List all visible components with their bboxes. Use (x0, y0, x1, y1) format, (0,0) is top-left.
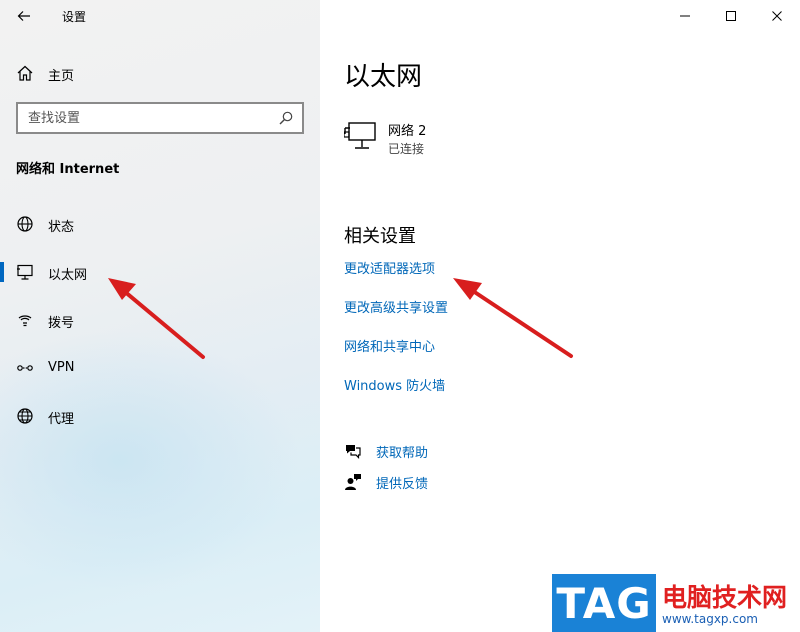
search-box[interactable] (16, 102, 304, 134)
change-adapter-options-link[interactable]: 更改适配器选项 (344, 258, 435, 277)
sidebar-item-label: 拨号 (48, 316, 75, 331)
watermark-url: www.tagxp.com (662, 612, 758, 626)
network-sharing-center-link[interactable]: 网络和共享中心 (344, 336, 435, 355)
watermark-logo: TAG (552, 574, 656, 632)
advanced-sharing-link[interactable]: 更改高级共享设置 (344, 297, 448, 316)
app-title: 设置 (62, 10, 87, 24)
sidebar-item-label: 状态 (48, 220, 75, 235)
search-icon[interactable] (278, 110, 294, 126)
main-content: 以太网 网络 2 已连接 相关设置 更改适配器选项 更改高级共享设置 网络和共享… (320, 0, 800, 632)
feedback-icon (345, 474, 361, 490)
sidebar-item-label: 主页 (48, 69, 75, 84)
sidebar-item-status[interactable]: 状态 (0, 204, 320, 244)
proxy-globe-icon (17, 408, 33, 424)
sidebar-item-ethernet[interactable]: 以太网 (0, 252, 320, 292)
selection-indicator (0, 262, 4, 282)
help-chat-icon (346, 445, 361, 459)
network-status: 已连接 (388, 142, 425, 156)
dialup-icon (18, 315, 32, 327)
sidebar-item-label: 代理 (48, 412, 75, 427)
watermark-name: 电脑技术网 (662, 583, 788, 612)
section-title: 网络和 Internet (16, 162, 120, 177)
home-icon (17, 65, 33, 81)
sidebar-item-dialup[interactable]: 拨号 (0, 300, 320, 340)
settings-sidebar: 设置 主页 网络和 Internet 状态 以太网 (0, 0, 320, 632)
sidebar-item-vpn[interactable]: VPN (0, 348, 320, 388)
network-card[interactable]: 网络 2 已连接 (344, 118, 544, 162)
back-button[interactable] (8, 2, 40, 30)
title-bar: 设置 (0, 0, 320, 32)
help-label: 获取帮助 (376, 446, 429, 461)
ethernet-network-icon (344, 122, 376, 149)
ethernet-icon (17, 264, 33, 280)
page-title: 以太网 (344, 62, 423, 92)
maximize-icon (726, 11, 736, 21)
sidebar-item-proxy[interactable]: 代理 (0, 396, 320, 436)
network-name: 网络 2 (388, 124, 427, 139)
maximize-button[interactable] (708, 0, 754, 32)
minimize-icon (680, 15, 690, 17)
feedback-label: 提供反馈 (376, 477, 429, 492)
related-settings-title: 相关设置 (344, 226, 416, 247)
give-feedback-link[interactable]: 提供反馈 (344, 471, 584, 493)
back-arrow-icon (17, 11, 30, 21)
sidebar-item-home[interactable]: 主页 (0, 58, 320, 88)
close-button[interactable] (754, 0, 800, 32)
windows-firewall-link[interactable]: Windows 防火墙 (344, 375, 445, 394)
vpn-icon (17, 365, 33, 371)
watermark-text: 电脑技术网 www.tagxp.com (656, 574, 800, 632)
sidebar-item-label: 以太网 (48, 268, 88, 283)
close-icon (772, 11, 782, 21)
search-input[interactable] (18, 104, 258, 132)
get-help-link[interactable]: 获取帮助 (344, 440, 584, 462)
watermark: TAG 电脑技术网 www.tagxp.com (552, 574, 800, 632)
minimize-button[interactable] (662, 0, 708, 32)
globe-status-icon (17, 216, 33, 232)
sidebar-item-label: VPN (48, 360, 75, 375)
